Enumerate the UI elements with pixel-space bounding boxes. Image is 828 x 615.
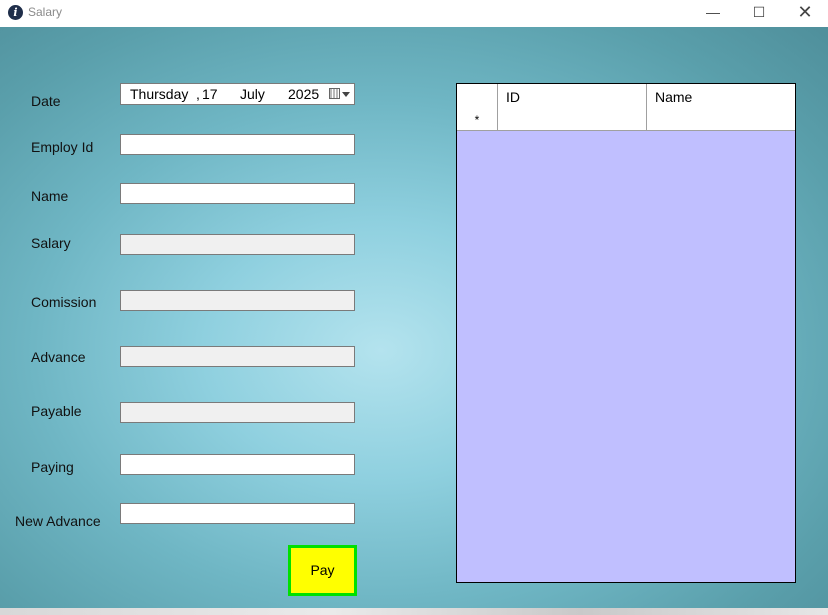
salary-label: Salary (31, 235, 71, 251)
payable-field[interactable] (120, 402, 355, 423)
comission-label: Comission (31, 294, 97, 310)
employ-id-label: Employ Id (31, 139, 94, 155)
date-month: July (240, 86, 265, 102)
grid-corner[interactable] (457, 84, 498, 109)
info-icon: i (8, 5, 23, 20)
paying-field[interactable] (120, 454, 355, 475)
cell-name[interactable] (647, 109, 795, 130)
title-bar: i Salary — ☐ ✕ (0, 0, 828, 27)
minimize-icon[interactable]: — (690, 0, 736, 27)
advance-label: Advance (31, 349, 86, 365)
advance-field[interactable] (120, 346, 355, 367)
grid-header: ID Name (457, 84, 795, 110)
new-advance-label: New Advance (15, 513, 101, 529)
new-advance-field[interactable] (120, 503, 355, 524)
date-year: 2025 (288, 86, 320, 102)
cell-id[interactable] (498, 109, 647, 130)
date-weekday: Thursday (130, 86, 189, 102)
comission-field[interactable] (120, 290, 355, 311)
date-picker[interactable]: Thursday , 17 July 2025 (120, 83, 355, 105)
payable-label: Payable (31, 403, 82, 419)
calendar-icon[interactable] (329, 88, 340, 99)
salary-field[interactable] (120, 234, 355, 255)
paying-label: Paying (31, 459, 74, 475)
employ-id-field[interactable] (120, 134, 355, 155)
table-row-new[interactable]: * (457, 109, 795, 131)
date-label: Date (31, 93, 61, 109)
date-day: 17 (202, 86, 218, 102)
background-strip (0, 608, 828, 615)
date-separator: , (196, 86, 200, 102)
maximize-icon[interactable]: ☐ (736, 0, 782, 27)
chevron-down-icon[interactable] (342, 92, 350, 97)
name-label: Name (31, 188, 69, 204)
pay-button[interactable]: Pay (288, 545, 357, 596)
name-field[interactable] (120, 183, 355, 204)
employee-grid[interactable]: ID Name * (456, 83, 796, 583)
window-title: Salary (28, 5, 63, 19)
column-header-name[interactable]: Name (647, 84, 795, 109)
new-row-marker: * (457, 109, 498, 130)
column-header-id[interactable]: ID (498, 84, 647, 109)
close-icon[interactable]: ✕ (782, 0, 828, 27)
